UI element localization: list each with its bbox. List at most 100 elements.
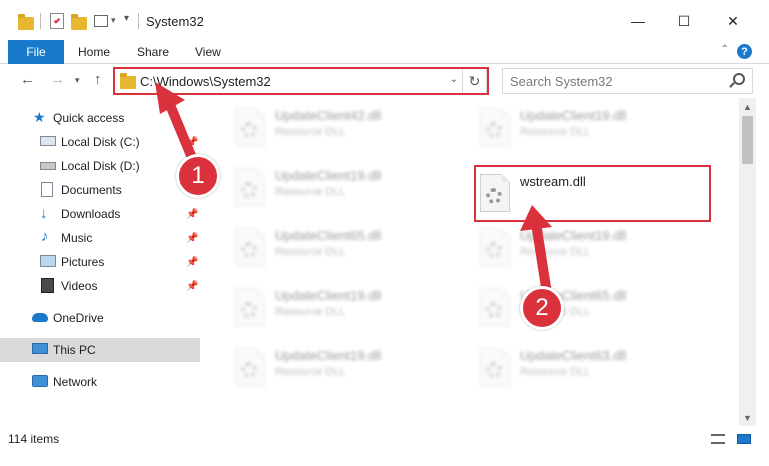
sidebar-item-pictures[interactable]: Pictures 📌 xyxy=(0,250,200,274)
close-button[interactable]: ✕ xyxy=(710,6,756,36)
item-count: 114 items xyxy=(8,432,60,446)
sidebar-item-label: OneDrive xyxy=(53,311,104,325)
maximize-button[interactable]: ☐ xyxy=(661,6,707,36)
title-separator xyxy=(138,13,139,29)
up-arrow-icon[interactable]: ↑ xyxy=(94,71,102,88)
dll-file-icon xyxy=(235,108,265,146)
file-type: Resource DLL xyxy=(275,246,346,258)
pictures-icon xyxy=(40,255,56,267)
file-name: UpdateClient19.dll xyxy=(520,108,627,123)
sidebar-item-this-pc[interactable]: This PC xyxy=(0,338,200,362)
search-icon[interactable] xyxy=(733,73,745,85)
dll-file-icon xyxy=(235,288,265,326)
chevron-down-icon[interactable]: ▾ xyxy=(111,15,116,26)
help-icon[interactable]: ? xyxy=(737,44,752,59)
dll-file-icon xyxy=(480,348,510,386)
chevron-up-icon[interactable]: ⌃ xyxy=(721,44,729,55)
gear-icon xyxy=(486,122,502,138)
sidebar-item-network[interactable]: Network xyxy=(0,370,200,394)
step-badge-1: 1 xyxy=(176,154,220,198)
list-item[interactable]: UpdateClient19.dll Resource DLL xyxy=(230,280,465,336)
videos-icon xyxy=(41,278,54,293)
computer-icon xyxy=(32,343,48,354)
cloud-icon xyxy=(32,313,48,322)
gear-icon xyxy=(241,362,257,378)
list-item[interactable]: UpdateClient65.dll Resource DLL xyxy=(475,280,710,336)
search-input[interactable]: Search System32 xyxy=(502,68,753,94)
drive-icon xyxy=(40,136,56,146)
sidebar-item-label: Local Disk (D:) xyxy=(61,159,140,173)
pin-icon: 📌 xyxy=(186,208,199,220)
file-name: UpdateClient19.dll xyxy=(275,288,382,303)
step-badge-2: 2 xyxy=(520,286,564,330)
view-options-icon[interactable] xyxy=(94,15,108,27)
address-row: ← → ▾ ↑ C:\Windows\System32 ⌄ ↻ Search S… xyxy=(0,64,769,98)
large-icons-view-icon[interactable] xyxy=(737,434,751,444)
sidebar-item-label: This PC xyxy=(53,343,96,357)
dll-file-icon xyxy=(235,348,265,386)
gear-icon xyxy=(241,182,257,198)
scroll-down-arrow-icon[interactable]: ▼ xyxy=(739,409,756,426)
sidebar-item-label: Downloads xyxy=(61,207,121,221)
drive-icon xyxy=(40,162,56,170)
gear-icon xyxy=(241,242,257,258)
sidebar-item-videos[interactable]: Videos 📌 xyxy=(0,274,200,298)
pin-icon: 📌 xyxy=(186,232,199,244)
documents-icon xyxy=(41,182,53,197)
pin-icon: 📌 xyxy=(186,256,199,268)
minimize-button[interactable]: — xyxy=(615,6,661,36)
list-item[interactable]: UpdateClient19.dll Resource DLL xyxy=(230,340,465,396)
dll-file-icon xyxy=(235,168,265,206)
list-item[interactable]: UpdateClient19.dll Resource DLL xyxy=(230,160,465,216)
file-name: UpdateClient63.dll xyxy=(520,348,627,363)
gear-icon xyxy=(486,362,502,378)
tab-view[interactable]: View xyxy=(195,40,221,64)
list-item[interactable]: UpdateClient65.dll Resource DLL xyxy=(230,220,465,276)
properties-icon[interactable] xyxy=(50,13,64,29)
music-icon: ♪ xyxy=(41,228,49,245)
list-item[interactable]: UpdateClient42.dll Resource DLL xyxy=(230,100,465,156)
list-item[interactable]: UpdateClient63.dll Resource DLL xyxy=(475,340,710,396)
list-item[interactable]: UpdateClient19.dll Resource DLL xyxy=(475,100,710,156)
recent-locations-icon[interactable]: ▾ xyxy=(75,75,80,86)
tab-file[interactable]: File xyxy=(8,40,64,64)
gear-icon xyxy=(241,122,257,138)
download-icon: ↓ xyxy=(40,205,48,222)
window-title: System32 xyxy=(146,14,204,29)
title-separator xyxy=(40,13,41,29)
details-view-icon[interactable] xyxy=(711,434,725,444)
sidebar-item-label: Documents xyxy=(61,183,122,197)
list-item[interactable]: UpdateClient19.dll Resource DLL xyxy=(475,220,710,276)
gear-icon xyxy=(486,302,502,318)
sidebar-item-label: Music xyxy=(61,231,93,245)
file-type: Resource DLL xyxy=(275,186,346,198)
new-folder-icon[interactable] xyxy=(71,14,87,30)
gear-icon xyxy=(486,242,502,258)
title-bar: ▾ ▾ System32 — ☐ ✕ xyxy=(0,0,769,40)
sidebar-item-music[interactable]: ♪ Music 📌 xyxy=(0,226,200,250)
tab-share[interactable]: Share xyxy=(137,40,169,64)
file-type: Resource DLL xyxy=(275,306,346,318)
forward-arrow-icon[interactable]: → xyxy=(50,71,65,88)
sidebar-item-label: Videos xyxy=(61,279,98,293)
file-highlight xyxy=(474,165,711,222)
vertical-scrollbar[interactable]: ▲ ▼ xyxy=(739,98,756,426)
file-type: Resource DLL xyxy=(275,126,346,138)
dll-file-icon xyxy=(480,108,510,146)
file-name: UpdateClient42.dll xyxy=(275,108,382,123)
file-name: UpdateClient19.dll xyxy=(275,348,382,363)
file-name: UpdateClient19.dll xyxy=(275,168,382,183)
file-type: Resource DLL xyxy=(520,126,591,138)
ribbon: File Home Share View ⌃ ? xyxy=(0,40,769,64)
sidebar-item-downloads[interactable]: ↓ Downloads 📌 xyxy=(0,202,200,226)
tab-home[interactable]: Home xyxy=(78,40,110,64)
file-list: UpdateClient42.dll Resource DLL UpdateCl… xyxy=(205,98,739,426)
customize-toolbar-icon[interactable]: ▾ xyxy=(124,13,129,24)
star-icon: ★ xyxy=(33,109,46,125)
scroll-up-arrow-icon[interactable]: ▲ xyxy=(739,98,756,115)
scrollbar-thumb[interactable] xyxy=(742,116,753,164)
sidebar-item-onedrive[interactable]: OneDrive xyxy=(0,306,200,330)
search-placeholder: Search System32 xyxy=(510,74,613,89)
back-arrow-icon[interactable]: ← xyxy=(20,71,35,88)
sidebar-item-label: Local Disk (C:) xyxy=(61,135,140,149)
